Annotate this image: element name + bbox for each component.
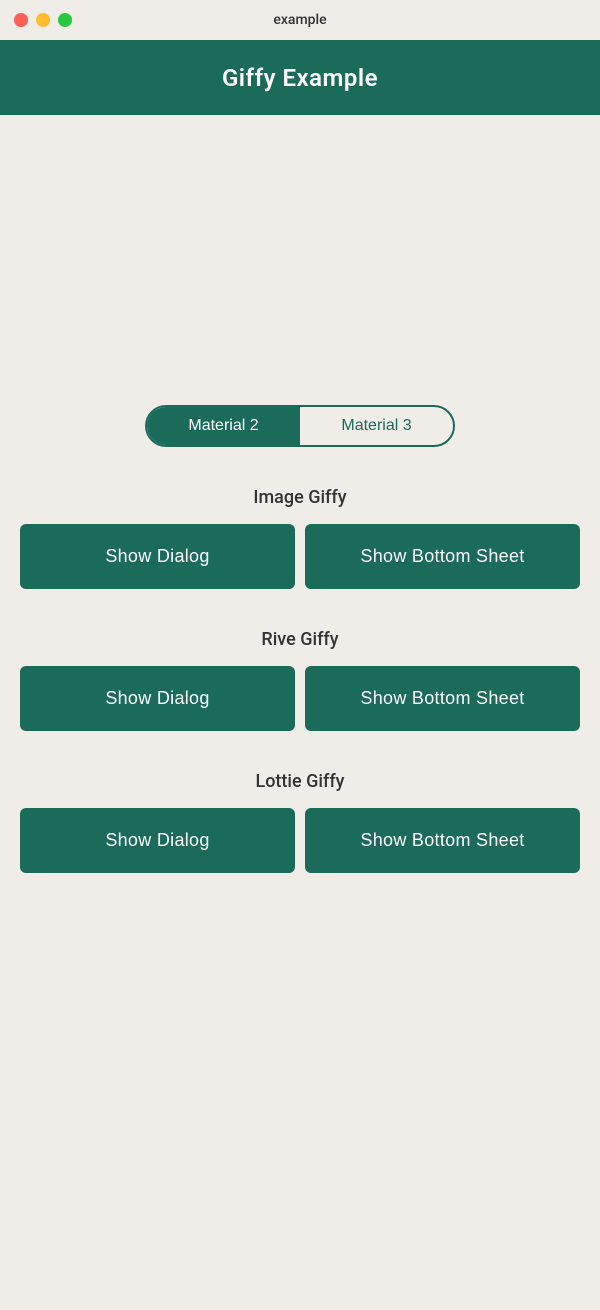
tab-material2[interactable]: Material 2	[147, 407, 300, 445]
tab-group: Material 2 Material 3	[145, 405, 455, 447]
traffic-lights	[14, 13, 72, 27]
close-button[interactable]	[14, 13, 28, 27]
section-title-image-giffy: Image Giffy	[20, 487, 580, 508]
section-title-rive-giffy: Rive Giffy	[20, 629, 580, 650]
window-chrome: example	[0, 0, 600, 40]
show-bottom-sheet-button-rive[interactable]: Show Bottom Sheet	[305, 666, 580, 731]
show-bottom-sheet-button-lottie[interactable]: Show Bottom Sheet	[305, 808, 580, 873]
button-row-rive-giffy: Show Dialog Show Bottom Sheet	[20, 666, 580, 731]
show-dialog-button-rive[interactable]: Show Dialog	[20, 666, 295, 731]
minimize-button[interactable]	[36, 13, 50, 27]
content-area: Material 2 Material 3 Image Giffy Show D…	[0, 115, 600, 873]
app-title: Giffy Example	[222, 64, 378, 92]
window-title: example	[273, 12, 326, 28]
button-row-image-giffy: Show Dialog Show Bottom Sheet	[20, 524, 580, 589]
show-dialog-button-lottie[interactable]: Show Dialog	[20, 808, 295, 873]
section-rive-giffy: Rive Giffy Show Dialog Show Bottom Sheet	[20, 629, 580, 731]
tab-material3[interactable]: Material 3	[300, 407, 453, 445]
maximize-button[interactable]	[58, 13, 72, 27]
app-header: Giffy Example	[0, 40, 600, 115]
section-lottie-giffy: Lottie Giffy Show Dialog Show Bottom She…	[20, 771, 580, 873]
section-title-lottie-giffy: Lottie Giffy	[20, 771, 580, 792]
show-dialog-button-image[interactable]: Show Dialog	[20, 524, 295, 589]
show-bottom-sheet-button-image[interactable]: Show Bottom Sheet	[305, 524, 580, 589]
section-image-giffy: Image Giffy Show Dialog Show Bottom Shee…	[20, 487, 580, 589]
button-row-lottie-giffy: Show Dialog Show Bottom Sheet	[20, 808, 580, 873]
